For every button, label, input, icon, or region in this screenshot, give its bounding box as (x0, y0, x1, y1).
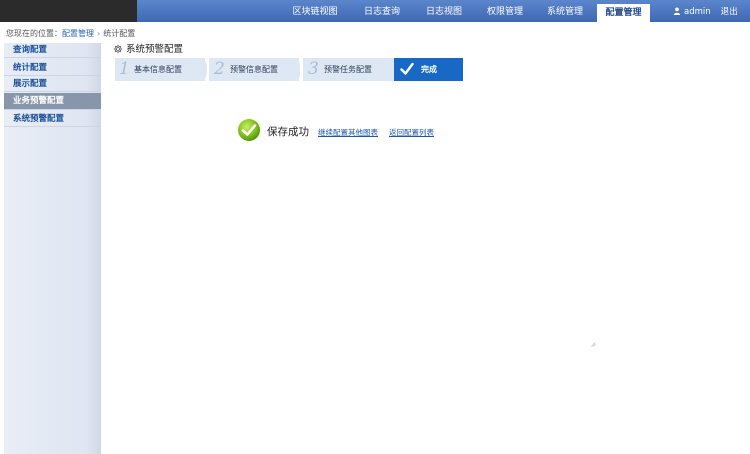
step-complete[interactable]: 完成 (394, 58, 463, 81)
checkmark-icon (400, 62, 414, 75)
breadcrumb-current: 统计配置 (103, 29, 136, 38)
step-basic-info[interactable]: 1 基本信息配置 (115, 58, 207, 81)
resize-handle-icon (591, 342, 596, 347)
sidebar-item-query-config[interactable]: 查询配置 (4, 43, 101, 58)
step-alert-task[interactable]: 3 预警任务配置 (303, 58, 394, 81)
back-to-list-link[interactable]: 返回配置列表 (389, 127, 434, 138)
step-number: 3 (308, 59, 319, 79)
breadcrumb-separator: › (97, 29, 101, 38)
nav-item-config[interactable]: 配置管理 (597, 4, 650, 22)
sidebar-item-system-alert[interactable]: 系统预警配置 (4, 112, 101, 127)
step-alert-info[interactable]: 2 预警信息配置 (209, 58, 300, 81)
user-icon (673, 7, 681, 15)
sidebar-item-stats-config[interactable]: 统计配置 (4, 61, 101, 76)
gear-icon (113, 44, 123, 54)
nav-item-system[interactable]: 系统管理 (544, 0, 586, 22)
page-title-text: 系统预警配置 (126, 44, 184, 55)
continue-config-link[interactable]: 继续配置其他图表 (318, 127, 378, 138)
nav-item-blockchain-view[interactable]: 区块链视图 (291, 0, 339, 22)
logout-link[interactable]: 退出 (721, 7, 738, 17)
step-label: 基本信息配置 (134, 65, 182, 74)
breadcrumb: 您现在的位置：配置管理 › 统计配置 (6, 29, 135, 39)
step-number: 1 (119, 59, 130, 79)
save-success-message: 保存成功 (267, 126, 309, 138)
breadcrumb-parent-link[interactable]: 配置管理 (62, 29, 94, 38)
nav-item-permission[interactable]: 权限管理 (484, 0, 526, 22)
nav-item-log-query[interactable]: 日志查询 (362, 0, 402, 22)
sidebar-item-business-alert[interactable]: 业务预警配置 (4, 93, 101, 110)
step-label: 完成 (421, 65, 437, 74)
sidebar-item-display-config[interactable]: 展示配置 (4, 77, 101, 92)
user-area: admin 退出 (673, 0, 738, 22)
step-number: 2 (214, 59, 225, 79)
nav-item-log-view[interactable]: 日志视图 (424, 0, 464, 22)
success-check-icon (238, 119, 260, 141)
step-label: 预警任务配置 (324, 65, 372, 74)
breadcrumb-prefix: 您现在的位置： (6, 29, 62, 38)
progress-steps: 1 基本信息配置 2 预警信息配置 3 预警任务配置 完成 (115, 58, 463, 81)
logo-area (0, 0, 137, 22)
username[interactable]: admin (684, 7, 711, 17)
step-divider-icon (389, 58, 394, 81)
page-title: 系统预警配置 (113, 43, 183, 56)
sidebar: 查询配置 统计配置 展示配置 业务预警配置 系统预警配置 (4, 43, 101, 454)
step-label: 预警信息配置 (230, 65, 278, 74)
